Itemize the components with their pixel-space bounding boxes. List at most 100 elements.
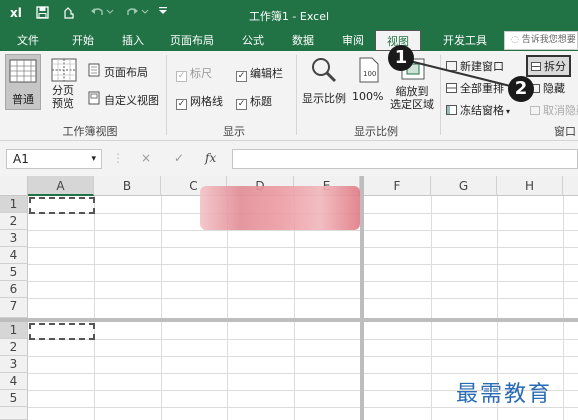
magnifier-icon	[312, 58, 337, 83]
svg-text:100: 100	[363, 70, 376, 78]
new-window-label: 新建窗口	[460, 60, 504, 73]
headings-checkbox[interactable]: ✓ 标题	[236, 93, 272, 110]
page-layout-icon	[88, 63, 100, 77]
gridlines-check-icon: ✓	[176, 99, 187, 110]
gridline	[28, 339, 578, 340]
page-break-label: 分页 预览	[52, 84, 74, 110]
zoom-100-button[interactable]: 100 100%	[352, 54, 386, 112]
name-box[interactable]: A1 ▾	[6, 149, 102, 169]
tab-file[interactable]: 文件	[8, 30, 48, 51]
tab-insert[interactable]: 插入	[110, 30, 156, 51]
column-header[interactable]: B	[94, 176, 161, 196]
gridline	[28, 281, 578, 282]
row-header[interactable]: 1	[0, 196, 28, 213]
gridline	[28, 247, 578, 248]
lightbulb-icon: ◌	[511, 35, 522, 45]
zoom-selection-label: 缩放到 选定区域	[390, 85, 434, 111]
name-box-value: A1	[13, 152, 29, 166]
normal-view-button[interactable]: 普通	[5, 54, 41, 110]
watermark: 最需教育	[456, 382, 553, 407]
formula-bar-label: 编辑栏	[250, 67, 283, 80]
custom-views-icon	[88, 91, 100, 105]
unhide-button[interactable]: 取消隐藏	[530, 102, 578, 118]
tab-home[interactable]: 开始	[60, 30, 106, 51]
group-label-show: 显示	[223, 125, 245, 138]
formula-bar-checkbox[interactable]: ✓ 编辑栏	[236, 65, 283, 82]
normal-view-label: 普通	[12, 93, 34, 106]
insert-function-icon[interactable]: fx	[205, 151, 216, 165]
ribbon-view: 普通 分页 预览 页面布局 自定义视图 工作簿视图 ✓ 标尺 ✓ 编辑栏 ✓ 网格线 …	[0, 51, 578, 141]
callout-2: 2	[508, 76, 534, 102]
selected-cell-a1[interactable]	[29, 197, 95, 214]
row-header[interactable]: 4	[0, 247, 28, 264]
column-header-partial[interactable]	[563, 176, 578, 196]
column-header[interactable]: H	[497, 176, 563, 196]
more-icon: ⋮	[112, 151, 124, 165]
zoom-button[interactable]: 显示比例	[300, 54, 348, 112]
horizontal-split-bar[interactable]	[0, 318, 578, 322]
unhide-label: 取消隐藏	[543, 104, 578, 117]
tab-review[interactable]: 审阅	[330, 30, 376, 51]
formula-bar: A1 ▾ ⋮ × ✓ fx	[0, 141, 578, 176]
ribbon-tabs: 文件 开始 插入 页面布局 公式 数据 审阅 视图 开发工具	[0, 30, 578, 51]
tab-data[interactable]: 数据	[280, 30, 326, 51]
zoom-100-icon: 100	[359, 57, 379, 83]
select-all-corner[interactable]	[0, 176, 28, 196]
title-bar: xl 工作簿1 - Excel	[0, 0, 578, 30]
enter-icon[interactable]: ✓	[174, 151, 184, 165]
window-title: 工作簿1 - Excel	[248, 10, 330, 23]
group-label-workbook-views: 工作簿视图	[62, 125, 118, 138]
tab-formulas[interactable]: 公式	[230, 30, 276, 51]
group-label-zoom: 显示比例	[354, 125, 398, 138]
row-header-partial[interactable]	[0, 407, 28, 420]
blurred-redaction	[200, 186, 360, 230]
column-header[interactable]: A	[28, 176, 94, 196]
vertical-split-bar[interactable]	[360, 176, 364, 420]
ribbon-separator	[296, 55, 297, 135]
row-header[interactable]: 4	[0, 373, 28, 390]
tell-me-search[interactable]: ◌ 告诉我您想要	[504, 31, 578, 50]
row-header[interactable]: 7	[0, 298, 28, 318]
gridline	[28, 264, 578, 265]
row-header[interactable]: 2	[0, 339, 28, 356]
formula-bar-check-icon: ✓	[236, 71, 247, 82]
callout-1: 1	[388, 45, 414, 71]
page-layout-button[interactable]: 页面布局	[88, 63, 154, 79]
page-layout-label: 页面布局	[104, 66, 148, 79]
tab-page-layout[interactable]: 页面布局	[162, 30, 222, 51]
freeze-panes-button[interactable]: 冻结窗格 ▾	[446, 102, 510, 118]
gridline	[28, 356, 578, 357]
row-header[interactable]: 3	[0, 230, 28, 247]
selected-cell-a1-lower[interactable]	[29, 323, 95, 340]
row-header[interactable]: 5	[0, 390, 28, 407]
split-icon	[531, 62, 541, 71]
freeze-panes-label: 冻结窗格	[460, 104, 504, 117]
page-break-preview-button[interactable]: 分页 预览	[46, 54, 82, 110]
row-header[interactable]: 6	[0, 281, 28, 298]
hide-label: 隐藏	[543, 82, 565, 95]
split-button[interactable]: 拆分	[526, 55, 571, 77]
column-header[interactable]: G	[431, 176, 497, 196]
page-break-icon	[51, 58, 77, 82]
unhide-icon	[530, 106, 540, 115]
hide-button[interactable]: 隐藏	[530, 80, 565, 96]
ruler-checkbox[interactable]: ✓ 标尺	[176, 65, 212, 82]
normal-view-icon	[9, 59, 37, 83]
chevron-down-icon: ▾	[91, 154, 96, 164]
ruler-label: 标尺	[190, 67, 212, 80]
custom-views-button[interactable]: 自定义视图	[88, 91, 164, 107]
freeze-panes-icon	[446, 105, 457, 115]
row-header[interactable]: 5	[0, 264, 28, 281]
custom-views-label: 自定义视图	[104, 94, 159, 107]
row-header[interactable]: 2	[0, 213, 28, 230]
cancel-icon[interactable]: ×	[141, 151, 151, 165]
group-label-window: 窗口	[554, 125, 576, 138]
gridlines-label: 网格线	[190, 95, 223, 108]
tab-developer[interactable]: 开发工具	[432, 30, 498, 51]
column-header[interactable]: F	[364, 176, 431, 196]
formula-input[interactable]	[232, 149, 578, 169]
chevron-down-icon: ▾	[506, 107, 511, 116]
row-header[interactable]: 1	[0, 322, 28, 339]
row-header[interactable]: 3	[0, 356, 28, 373]
gridlines-checkbox[interactable]: ✓ 网格线	[176, 93, 223, 110]
